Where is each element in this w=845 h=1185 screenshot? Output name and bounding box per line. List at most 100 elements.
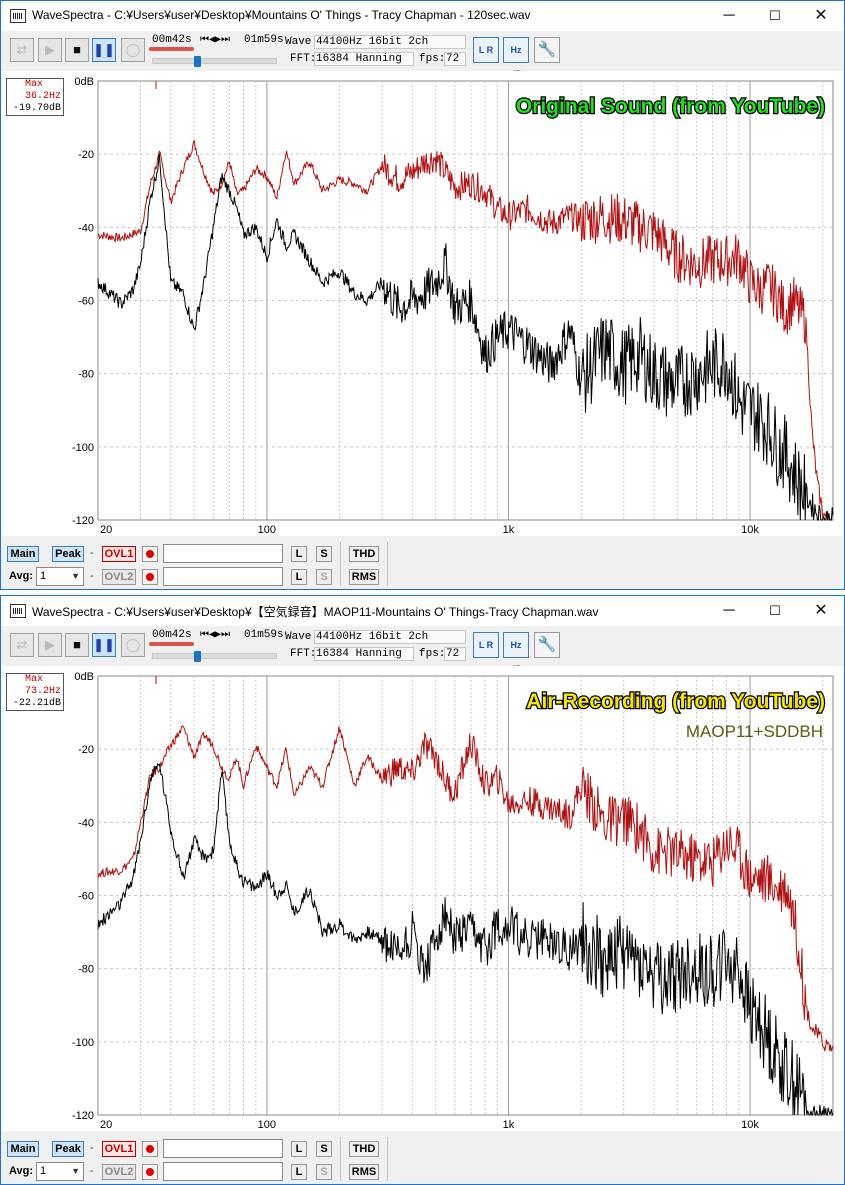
total-time: 01m59s xyxy=(244,629,284,641)
channel-lr-icon[interactable]: L R xyxy=(473,632,499,658)
y-tick-label: -40 xyxy=(78,222,94,234)
settings-wrench-icon[interactable]: 🔧 xyxy=(534,37,560,63)
fps-label: fps: xyxy=(419,648,446,660)
ovl2-record-icon[interactable] xyxy=(142,569,158,585)
y-tick-label: -120 xyxy=(72,515,94,527)
x-tick-label: 100 xyxy=(258,1119,276,1131)
skip-controls-icon[interactable]: ⏮◀▶⏭ xyxy=(200,629,230,641)
y-tick-label: -60 xyxy=(78,891,94,903)
rms-button[interactable]: RMS xyxy=(349,1164,379,1180)
close-button[interactable]: ✕ xyxy=(798,596,844,626)
current-time: 00m42s xyxy=(152,34,192,46)
close-button[interactable]: ✕ xyxy=(798,1,844,31)
ovl2-s-button[interactable]: S xyxy=(316,569,332,585)
x-tick-label: 20 xyxy=(100,524,112,536)
avg-value: 1 xyxy=(40,570,47,582)
wavespectra-window-air-recording: WaveSpectra - C:¥Users¥user¥Desktop¥【空気録… xyxy=(0,595,845,1185)
max-level: -22.21dB xyxy=(12,698,61,709)
ovl2-button[interactable]: OVL2 xyxy=(102,569,136,585)
channel-lr-icon[interactable]: L R xyxy=(473,37,499,63)
spectrum-chart[interactable]: 0dB -20 -40 -60 -80 -100 -120 20 100 1k 10k Air-Rec… xyxy=(1,666,844,1131)
x-tick-label: 1k xyxy=(503,1119,515,1131)
current-time: 00m42s xyxy=(152,629,192,641)
seek-thumb[interactable] xyxy=(194,651,201,662)
ovl2-l-button[interactable]: L xyxy=(291,569,307,585)
stop-button[interactable]: ■ xyxy=(65,633,89,657)
ovl1-record-icon[interactable] xyxy=(142,546,158,562)
main-button[interactable]: Main xyxy=(7,546,39,562)
chevron-down-icon: ▼ xyxy=(71,1166,80,1176)
fps-field: 72 xyxy=(444,52,466,66)
max-readout: Max 36.2Hz -19.70dB xyxy=(6,78,64,116)
ovl2-record-icon[interactable] xyxy=(142,1164,158,1180)
fps-field: 72 xyxy=(444,647,466,661)
pause-button[interactable]: ❚❚ xyxy=(92,633,116,657)
avg-label: Avg: xyxy=(9,1165,34,1177)
ovl1-name-field[interactable] xyxy=(163,1139,283,1158)
hz-db-scale-icon[interactable]: Hz dB xyxy=(503,37,529,79)
play-button[interactable]: ▶ xyxy=(38,38,62,62)
avg-select[interactable]: 1 ▼ xyxy=(36,567,84,586)
wave-format-field: 44100Hz 16bit 2ch xyxy=(314,35,466,49)
thd-button[interactable]: THD xyxy=(349,1141,379,1157)
minimize-button[interactable]: ─ xyxy=(706,1,752,31)
record-button[interactable]: ◯ xyxy=(121,38,145,62)
fft-setting-field: 16384 Hanning xyxy=(314,52,414,66)
ovl1-l-button[interactable]: L xyxy=(291,1141,307,1157)
overlay-subtitle: MAOP11+SDDBH xyxy=(686,722,823,741)
ovl2-s-button[interactable]: S xyxy=(316,1164,332,1180)
minimize-button[interactable]: ─ xyxy=(706,596,752,626)
settings-wrench-icon[interactable]: 🔧 xyxy=(534,632,560,658)
y-tick-label: 0dB xyxy=(74,76,94,88)
level-bar xyxy=(149,642,194,646)
y-tick-label: -20 xyxy=(78,149,94,161)
ovl1-s-button[interactable]: S xyxy=(316,546,332,562)
play-button[interactable]: ▶ xyxy=(38,633,62,657)
title-bar[interactable]: WaveSpectra - C:¥Users¥user¥Desktop¥【空気録… xyxy=(1,596,844,626)
seek-thumb[interactable] xyxy=(194,56,201,67)
ovl1-l-button[interactable]: L xyxy=(291,546,307,562)
rms-button[interactable]: RMS xyxy=(349,569,379,585)
ovl1-name-field[interactable] xyxy=(163,544,283,563)
y-tick-label: -100 xyxy=(72,1037,94,1049)
ovl2-l-button[interactable]: L xyxy=(291,1164,307,1180)
x-tick-label: 1k xyxy=(503,524,515,536)
hz-db-scale-icon[interactable]: Hz dB xyxy=(503,632,529,674)
ovl1-record-icon[interactable] xyxy=(142,1141,158,1157)
ovl1-button[interactable]: OVL1 xyxy=(102,1141,136,1157)
main-button[interactable]: Main xyxy=(7,1141,39,1157)
spectrum-chart[interactable]: 0dB -20 -40 -60 -80 -100 -120 20 100 1k 10k Origina… xyxy=(1,71,844,536)
title-bar[interactable]: WaveSpectra - C:¥Users¥user¥Desktop¥Moun… xyxy=(1,1,844,31)
peak-button[interactable]: Peak xyxy=(52,1141,84,1157)
spectrum-plot: 0dB -20 -40 -60 -80 -100 -120 20 100 1k 10k Air-Rec… xyxy=(72,671,834,1131)
window-title: WaveSpectra - C:¥Users¥user¥Desktop¥【空気録… xyxy=(32,605,599,619)
fft-label: FFT: xyxy=(290,648,317,660)
overlay-title: Air-Recording (from YouTube) xyxy=(526,690,825,713)
avg-label: Avg: xyxy=(9,570,34,582)
skip-controls-icon[interactable]: ⏮◀▶⏭ xyxy=(200,34,230,46)
wavespectra-app-icon xyxy=(10,604,26,618)
x-tick-label: 10k xyxy=(741,1119,759,1131)
seek-slider[interactable] xyxy=(152,58,277,64)
ovl2-name-field[interactable] xyxy=(163,567,283,586)
transport-toolbar: ⇄ ▶ ■ ❚❚ ◯ 00m42s ⏮◀▶⏭ 01m59s Wave: 4410… xyxy=(1,626,844,674)
ovl1-s-button[interactable]: S xyxy=(316,1141,332,1157)
avg-value: 1 xyxy=(40,1165,47,1177)
ovl1-button[interactable]: OVL1 xyxy=(102,546,136,562)
maximize-button[interactable]: ☐ xyxy=(752,596,798,626)
ovl2-button[interactable]: OVL2 xyxy=(102,1164,136,1180)
peak-button[interactable]: Peak xyxy=(52,546,84,562)
record-button[interactable]: ◯ xyxy=(121,633,145,657)
fft-label: FFT: xyxy=(290,53,317,65)
max-frequency: 36.2Hz xyxy=(24,91,61,102)
wave-format-field: 44100Hz 16bit 2ch xyxy=(314,630,466,644)
thd-button[interactable]: THD xyxy=(349,546,379,562)
open-file-icon[interactable]: ⇄ xyxy=(10,38,34,62)
seek-slider[interactable] xyxy=(152,653,277,659)
maximize-button[interactable]: ☐ xyxy=(752,1,798,31)
ovl2-name-field[interactable] xyxy=(163,1162,283,1181)
avg-select[interactable]: 1 ▼ xyxy=(36,1162,84,1181)
open-file-icon[interactable]: ⇄ xyxy=(10,633,34,657)
pause-button[interactable]: ❚❚ xyxy=(92,38,116,62)
stop-button[interactable]: ■ xyxy=(65,38,89,62)
